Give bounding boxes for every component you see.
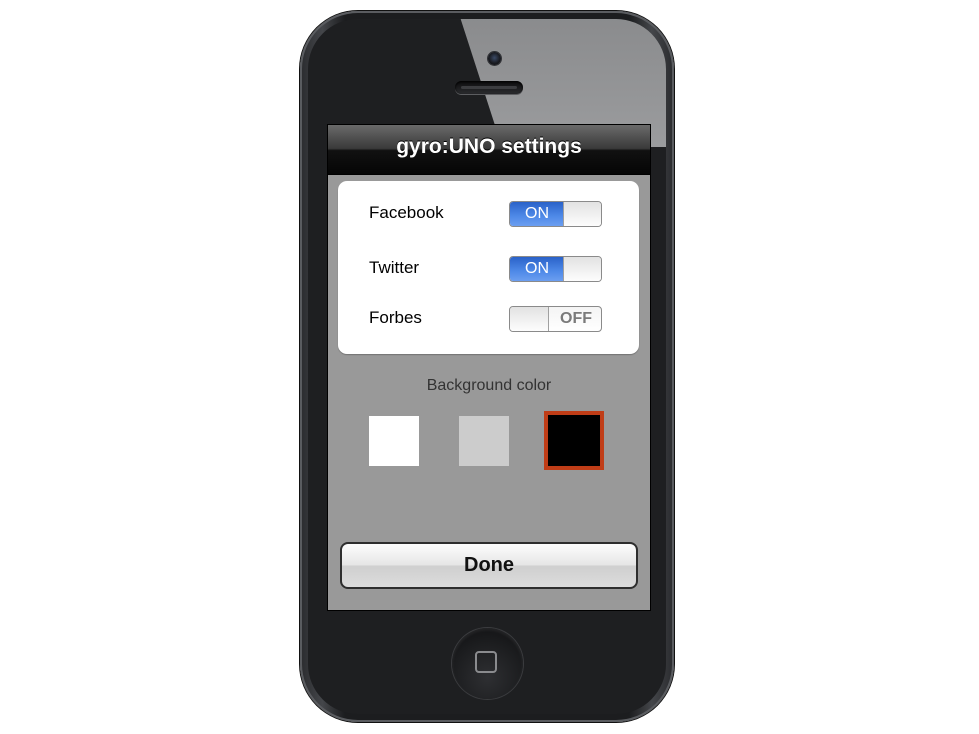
twitter-toggle[interactable]: ON xyxy=(509,256,602,282)
navigation-bar: gyro:UNO settings xyxy=(328,125,650,175)
color-swatch-black-selected[interactable] xyxy=(544,411,604,470)
home-button[interactable] xyxy=(452,628,523,699)
setting-label-forbes: Forbes xyxy=(369,308,422,327)
toggle-knob[interactable] xyxy=(563,257,601,281)
page-title: gyro:UNO settings xyxy=(396,135,582,158)
done-button[interactable]: Done xyxy=(340,542,638,589)
toggle-knob[interactable] xyxy=(510,307,549,331)
setting-label-twitter: Twitter xyxy=(369,258,420,277)
setting-row-twitter: Twitter ON xyxy=(338,250,639,290)
background-color-title: Background color xyxy=(426,377,552,394)
camera-icon xyxy=(488,52,501,65)
toggle-state-label: ON xyxy=(510,257,564,281)
speaker-icon xyxy=(455,81,523,94)
forbes-toggle[interactable]: OFF xyxy=(509,306,602,332)
setting-label-facebook: Facebook xyxy=(369,203,444,222)
setting-row-facebook: Facebook ON xyxy=(338,195,639,235)
toggle-state-label: OFF xyxy=(560,310,592,327)
setting-row-forbes: Forbes OFF xyxy=(338,300,639,340)
settings-group: Facebook ON Twitter ON Forbes OFF xyxy=(338,181,639,354)
facebook-toggle[interactable]: ON xyxy=(509,201,602,227)
app-screen: gyro:UNO settings Facebook ON Twitter ON… xyxy=(328,125,650,610)
toggle-knob[interactable] xyxy=(563,202,601,226)
home-square-icon xyxy=(475,651,497,673)
toggle-state-label: ON xyxy=(510,202,564,226)
color-swatch-gray[interactable] xyxy=(459,416,509,466)
color-swatch-white[interactable] xyxy=(369,416,419,466)
